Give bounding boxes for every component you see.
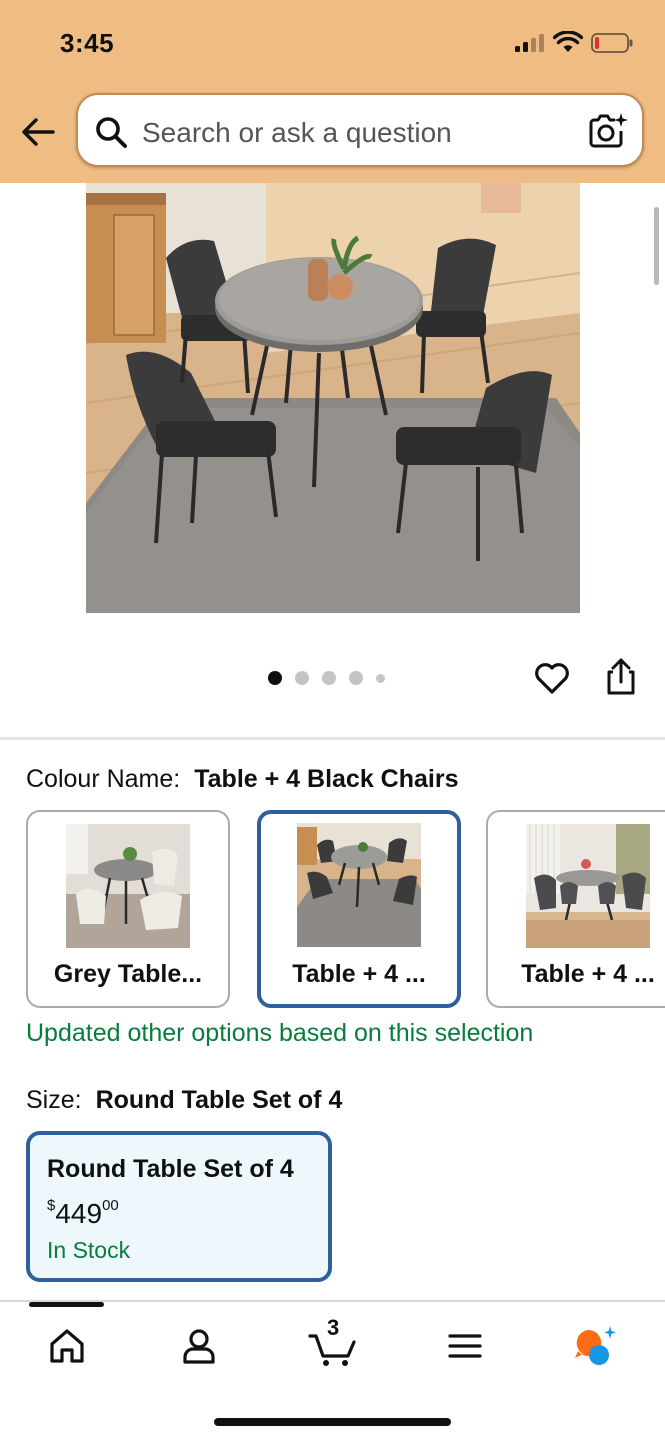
wifi-icon [553, 31, 583, 52]
size-label-key: Size: [26, 1086, 82, 1114]
share-icon[interactable] [603, 658, 639, 696]
home-indicator [214, 1418, 451, 1426]
price: $44900 [47, 1197, 119, 1230]
scroll-indicator [654, 207, 659, 285]
stock-status: In Stock [47, 1237, 131, 1263]
image-carousel-dots[interactable] [268, 668, 385, 688]
selection-update-note: Updated other options based on this sele… [26, 1019, 534, 1047]
heart-icon[interactable] [533, 659, 571, 697]
size-option-title: Round Table Set of 4 [47, 1155, 294, 1183]
swatch-thumbnail [66, 824, 190, 948]
cellular-signal-icon [515, 34, 547, 52]
colour-option-3[interactable]: Table + 4 ... [486, 810, 665, 1008]
colour-option-grey-table[interactable]: Grey Table... [26, 810, 230, 1008]
swatch-thumbnail [297, 823, 421, 947]
account-icon[interactable] [177, 1324, 221, 1368]
cart-count-badge: 3 [327, 1315, 340, 1340]
camera-search-icon[interactable] [588, 112, 628, 150]
colour-option-black-chairs[interactable]: Table + 4 ... [257, 810, 461, 1008]
carousel-dot[interactable] [268, 671, 282, 685]
carousel-dot[interactable] [349, 671, 363, 685]
search-icon [96, 117, 127, 148]
back-arrow-icon[interactable] [20, 114, 56, 150]
product-image[interactable] [86, 183, 580, 613]
price-fraction: 00 [102, 1197, 119, 1214]
swatch-label: Table + 4 ... [292, 960, 426, 988]
status-time: 3:45 [60, 28, 115, 58]
section-divider [0, 737, 665, 740]
size-label: Size: Round Table Set of 4 [26, 1086, 342, 1115]
swatch-thumbnail [526, 824, 650, 948]
swatch-label: Table + 4 ... [521, 960, 655, 988]
search-placeholder: Search or ask a question [142, 117, 452, 148]
carousel-dot[interactable] [322, 671, 336, 685]
home-icon[interactable] [45, 1324, 89, 1368]
app-header: 3:45 Search or ask a question [0, 0, 665, 183]
colour-label-value: Table + 4 Black Chairs [194, 765, 459, 793]
search-input[interactable]: Search or ask a question [76, 93, 644, 167]
battery-icon [591, 33, 633, 53]
colour-label: Colour Name: Table + 4 Black Chairs [26, 765, 458, 794]
colour-label-key: Colour Name: [26, 765, 181, 793]
nav-active-indicator [29, 1302, 104, 1307]
menu-icon[interactable] [443, 1324, 487, 1368]
carousel-dot[interactable] [295, 671, 309, 685]
size-option-round-table[interactable]: Round Table Set of 4 $44900 In Stock [26, 1131, 332, 1282]
bottom-nav: 3 [0, 1300, 665, 1440]
price-whole: 449 [55, 1198, 103, 1229]
swatch-label: Grey Table... [53, 960, 203, 988]
size-label-value: Round Table Set of 4 [95, 1086, 343, 1114]
rufus-icon[interactable] [572, 1324, 616, 1368]
carousel-dot[interactable] [376, 673, 385, 683]
